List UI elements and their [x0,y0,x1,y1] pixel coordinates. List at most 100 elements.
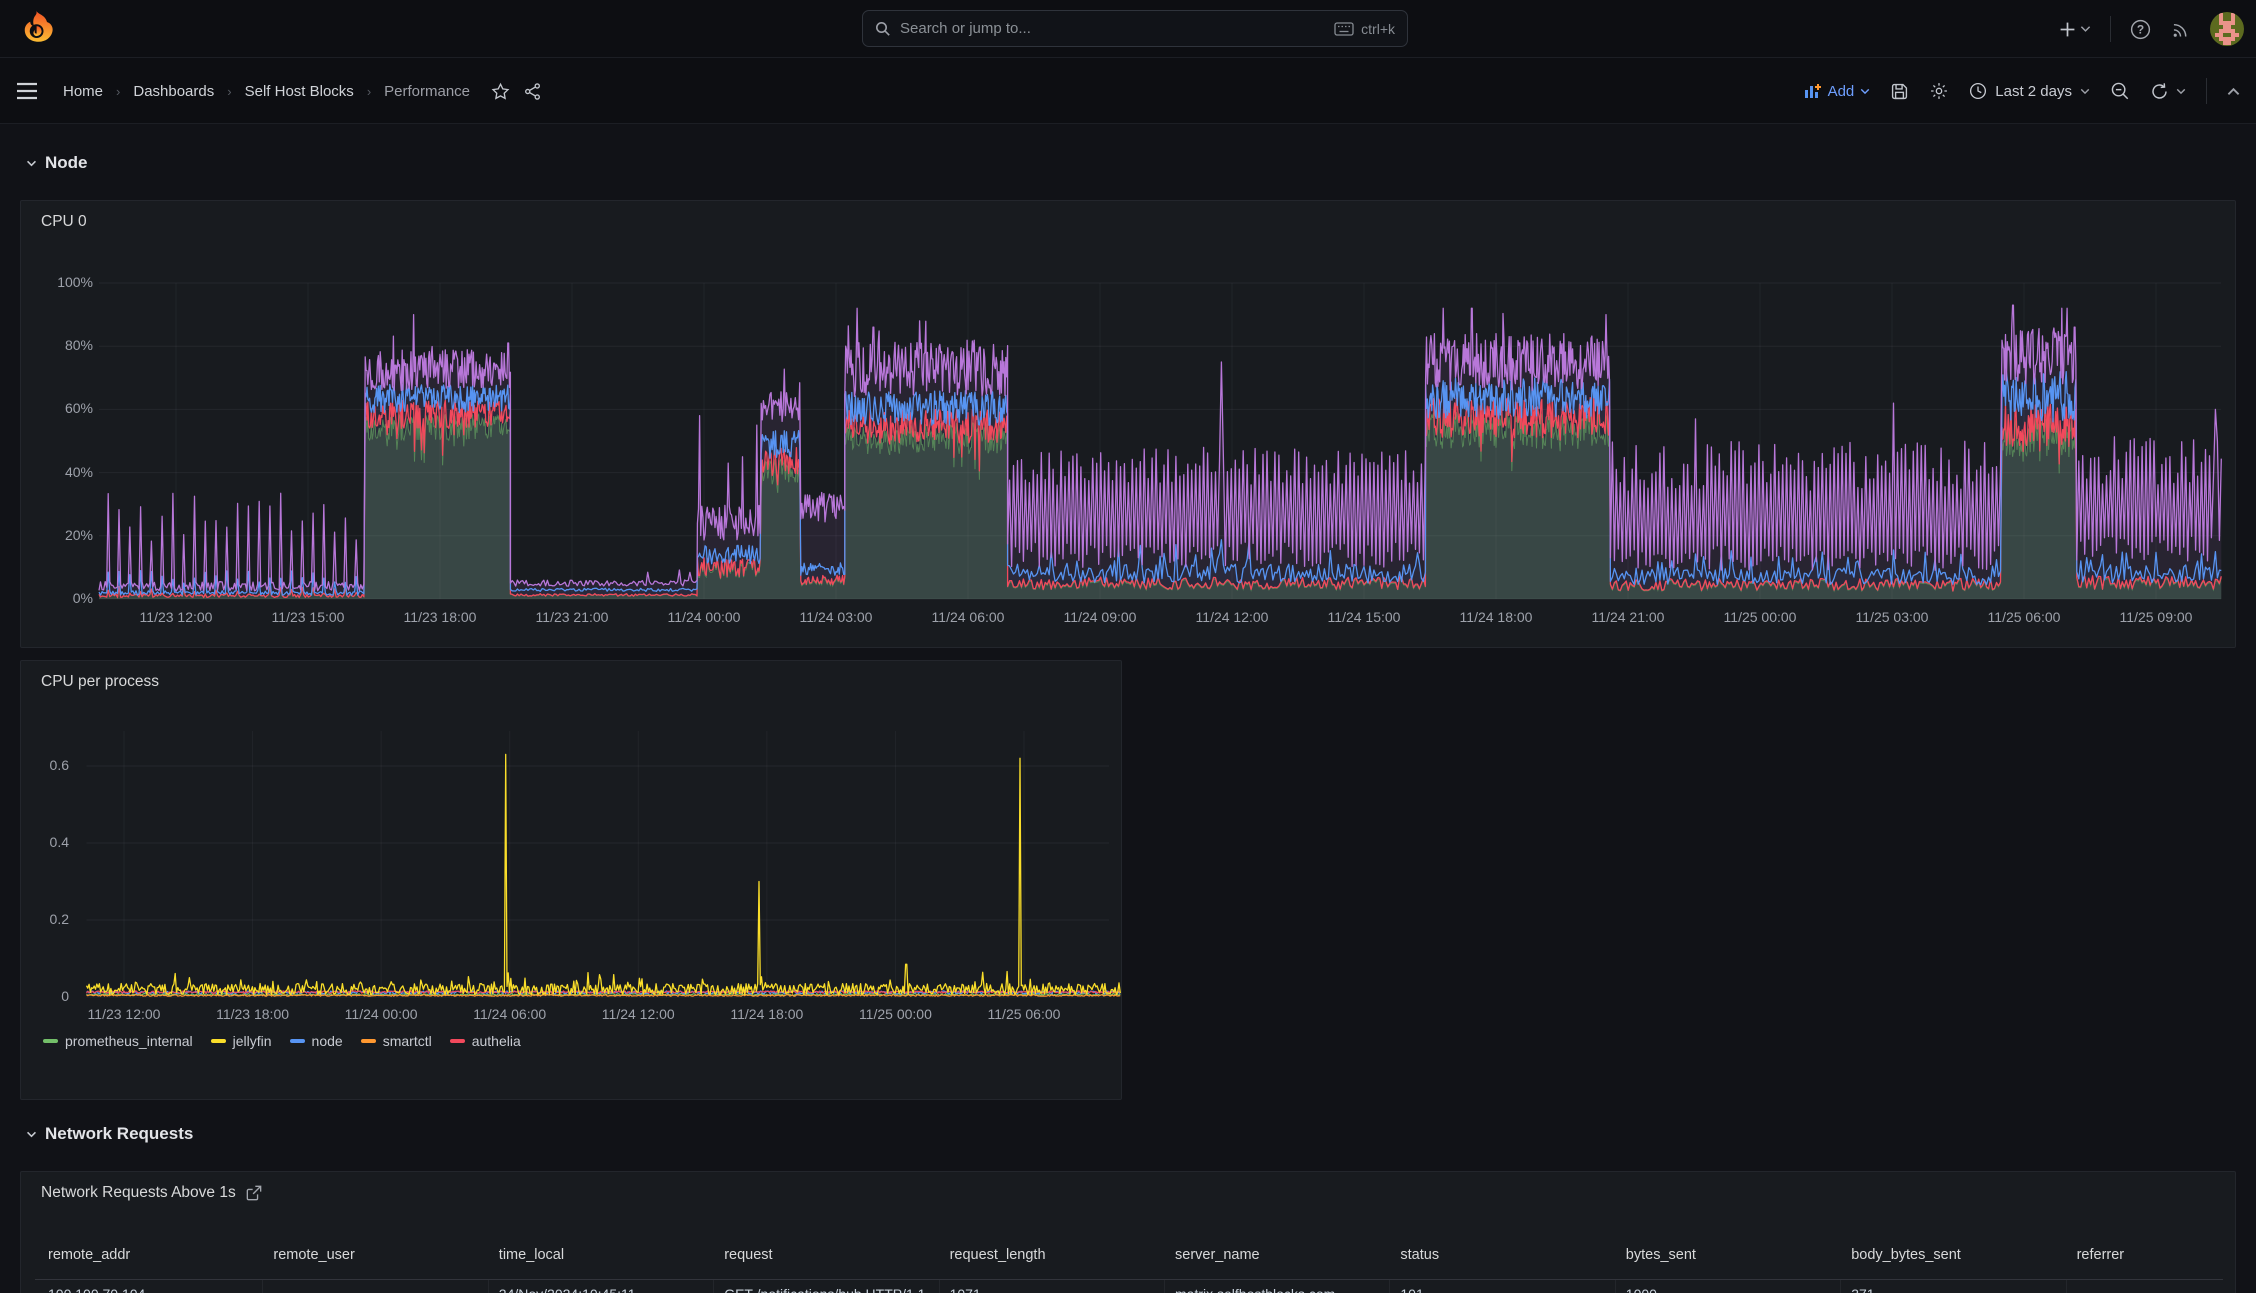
y-tick-label: 0% [72,590,93,606]
axis-tick-label: 11/24 15:00 [1327,609,1401,625]
table-column-header[interactable]: server_name [1175,1247,1386,1263]
table-column-header[interactable]: time_local [499,1247,710,1263]
y-tick-label: 80% [64,337,93,354]
time-range-picker[interactable]: Last 2 days [1969,82,2090,100]
star-icon[interactable] [491,82,510,101]
chevron-down-icon [2080,88,2090,95]
table-column-header[interactable]: referrer [2077,1247,2235,1263]
table-column-header[interactable]: request [724,1247,935,1263]
breadcrumb-folder[interactable]: Self Host Blocks [245,83,354,100]
table-column-header[interactable]: remote_addr [48,1247,259,1263]
table-cell[interactable]: 1071 [950,1286,1161,1293]
legend-item[interactable]: node [289,1033,343,1049]
panel-add-icon [1804,83,1822,99]
external-link-icon[interactable] [246,1185,262,1201]
axis-tick-label: 11/25 06:00 [987,1006,1061,1022]
breadcrumb-chevron-icon: › [227,83,232,99]
search-icon [875,21,891,37]
table-cell[interactable]: 24/Nov/2024:10:45:11 [499,1286,710,1293]
table-column-header[interactable]: bytes_sent [1626,1247,1837,1263]
legend-label: authelia [471,1033,521,1049]
axis-tick-label: 11/24 21:00 [1591,609,1665,625]
axis-tick-label: 11/25 03:00 [1855,609,1929,625]
table-cell-divider [713,1280,715,1293]
legend-item[interactable]: prometheus_internal [43,1033,193,1049]
breadcrumb-current: Performance [384,82,471,100]
cpu0-chart[interactable] [21,201,2236,648]
table-column-header[interactable]: body_bytes_sent [1851,1247,2062,1263]
table-cell[interactable]: 101 [1400,1286,1611,1293]
breadcrumb-chevron-icon: › [116,83,121,99]
section-title-node: Node [45,153,88,172]
table-cell[interactable]: 100.100.70.104 [48,1286,259,1293]
legend-label: jellyfin [232,1033,272,1049]
time-range-label: Last 2 days [1995,82,2072,100]
y-tick-label: 0 [61,988,69,1004]
axis-tick-label: 11/25 00:00 [858,1006,932,1022]
news-rss-icon[interactable] [2170,19,2191,40]
panel-cpu-per-process: CPU per process 0 0.2 0.4 0.6 11/23 12:00 11… [20,660,1122,1100]
svg-text:?: ? [2137,22,2144,36]
table-cell[interactable]: GET /notifications/hub HTTP/1.1 [724,1286,935,1293]
axis-tick-label: 11/24 03:00 [799,609,873,625]
panel-title-network-requests[interactable]: Network Requests Above 1s [41,1184,262,1202]
grafana-logo-icon[interactable] [16,8,56,48]
y-tick-label: 60% [64,400,93,417]
table-cell-divider [1840,1280,1842,1293]
zoom-out-icon[interactable] [2110,81,2130,101]
search-placeholder: Search or jump to... [900,20,1031,37]
help-icon[interactable]: ? [2130,19,2151,40]
menu-icon[interactable] [16,82,38,100]
chart-legend: prometheus_internal jellyfin node smartctl a… [43,1033,521,1049]
legend-swatch [449,1039,465,1043]
axis-tick-label: 11/23 15:00 [271,609,345,625]
legend-item[interactable]: authelia [449,1033,521,1049]
search-shortcut: ctrl+k [1361,20,1395,37]
refresh-button[interactable] [2150,82,2186,101]
y-tick-label: 0.6 [49,757,69,773]
legend-swatch [289,1039,305,1043]
table-cell-divider [938,1280,940,1293]
divider [2110,16,2111,42]
share-icon[interactable] [523,82,542,101]
axis-tick-label: 11/24 00:00 [344,1006,418,1022]
table-column-header[interactable]: request_length [950,1247,1161,1263]
breadcrumb-home[interactable]: Home [63,83,103,100]
chevron-down-icon [2176,88,2186,95]
breadcrumb-dashboards[interactable]: Dashboards [133,83,214,100]
table-cell-divider [1389,1280,1391,1293]
y-tick-label: 0.4 [49,834,69,850]
axis-tick-label: 11/24 12:00 [601,1006,675,1022]
refresh-icon [2150,82,2169,101]
legend-label: prometheus_internal [65,1033,193,1049]
legend-item[interactable]: jellyfin [210,1033,272,1049]
avatar[interactable] [2210,12,2244,46]
table-cell[interactable]: 371 [1851,1286,2062,1293]
axis-tick-label: 11/24 12:00 [1195,609,1269,625]
top-nav-bar: Search or jump to... ctrl+k ? [0,0,2256,58]
axis-tick-label: 11/23 18:00 [403,609,477,625]
search-input[interactable]: Search or jump to... ctrl+k [862,10,1408,47]
table-column-header[interactable]: status [1400,1247,1611,1263]
axis-tick-label: 11/23 12:00 [139,609,213,625]
table-cell-divider [2065,1280,2067,1293]
chevron-down-icon [2080,25,2091,33]
save-icon[interactable] [1890,82,1909,101]
collapse-chevron-up-icon[interactable] [2227,87,2240,96]
axis-tick-label: 11/25 06:00 [1987,609,2061,625]
new-menu-button[interactable] [2059,21,2091,38]
section-row-network[interactable]: Network Requests [26,1124,193,1144]
axis-tick-label: 11/24 06:00 [473,1006,547,1022]
section-chevron-icon [26,160,37,167]
table-cell-divider [262,1280,264,1293]
section-chevron-icon [26,1131,37,1138]
section-row-node[interactable]: Node [26,153,88,173]
add-panel-button[interactable]: Add [1804,83,1871,100]
table-cell[interactable]: matrix.selfhostblocks.com [1175,1286,1386,1293]
breadcrumb-chevron-icon: › [366,83,372,99]
legend-item[interactable]: smartctl [360,1033,432,1049]
gear-icon[interactable] [1929,81,1949,101]
table-cell[interactable]: 1000 [1626,1286,1837,1293]
clock-icon [1969,82,1987,100]
table-column-header[interactable]: remote_user [273,1247,484,1263]
